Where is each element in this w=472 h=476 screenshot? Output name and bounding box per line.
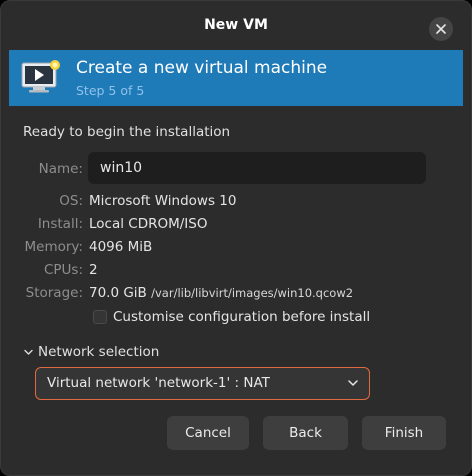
- banner-step: Step 5 of 5: [76, 83, 145, 98]
- network-selection-expander[interactable]: Network selection: [23, 344, 159, 360]
- banner-title: Create a new virtual machine: [76, 58, 328, 78]
- install-value: Local CDROM/ISO: [89, 216, 208, 232]
- memory-value: 4096 MiB: [89, 239, 153, 255]
- back-button[interactable]: Back: [263, 416, 348, 450]
- storage-label: Storage:: [25, 285, 83, 301]
- os-value: Microsoft Windows 10: [89, 193, 237, 209]
- wizard-banner: Create a new virtual machine Step 5 of 5: [9, 50, 463, 106]
- name-field[interactable]: [88, 152, 426, 184]
- chevron-down-icon: [24, 349, 33, 355]
- storage-size: 70.0 GiB: [89, 285, 147, 301]
- customise-config-label[interactable]: Customise configuration before install: [113, 309, 370, 325]
- network-dropdown[interactable]: Virtual network 'network-1' : NAT: [35, 367, 370, 400]
- close-icon: [436, 24, 446, 34]
- customise-config-checkbox[interactable]: [93, 310, 107, 324]
- cancel-button[interactable]: Cancel: [167, 416, 249, 450]
- finish-button[interactable]: Finish: [362, 416, 446, 450]
- storage-path: /var/lib/libvirt/images/win10.qcow2: [151, 286, 354, 300]
- virtual-machine-monitor-icon: [21, 60, 60, 93]
- titlebar: New VM: [1, 1, 471, 49]
- network-selection-label: Network selection: [38, 344, 160, 360]
- summary-heading: Ready to begin the installation: [23, 124, 231, 140]
- network-dropdown-value: Virtual network 'network-1' : NAT: [47, 375, 270, 391]
- close-button[interactable]: [429, 17, 453, 41]
- customise-config-checkbox-row[interactable]: Customise configuration before install: [93, 309, 370, 325]
- name-label: Name:: [38, 161, 83, 177]
- window-title: New VM: [204, 17, 268, 33]
- install-label: Install:: [37, 216, 83, 232]
- memory-label: Memory:: [24, 239, 83, 255]
- cpus-value: 2: [89, 262, 98, 278]
- storage-value: 70.0 GiB /var/lib/libvirt/images/win10.q…: [89, 285, 353, 301]
- cpus-label: CPUs:: [43, 262, 83, 278]
- new-vm-dialog: New VM Create a new virtual machine Step…: [0, 0, 472, 476]
- os-label: OS:: [59, 193, 83, 209]
- chevron-down-icon: [348, 380, 358, 386]
